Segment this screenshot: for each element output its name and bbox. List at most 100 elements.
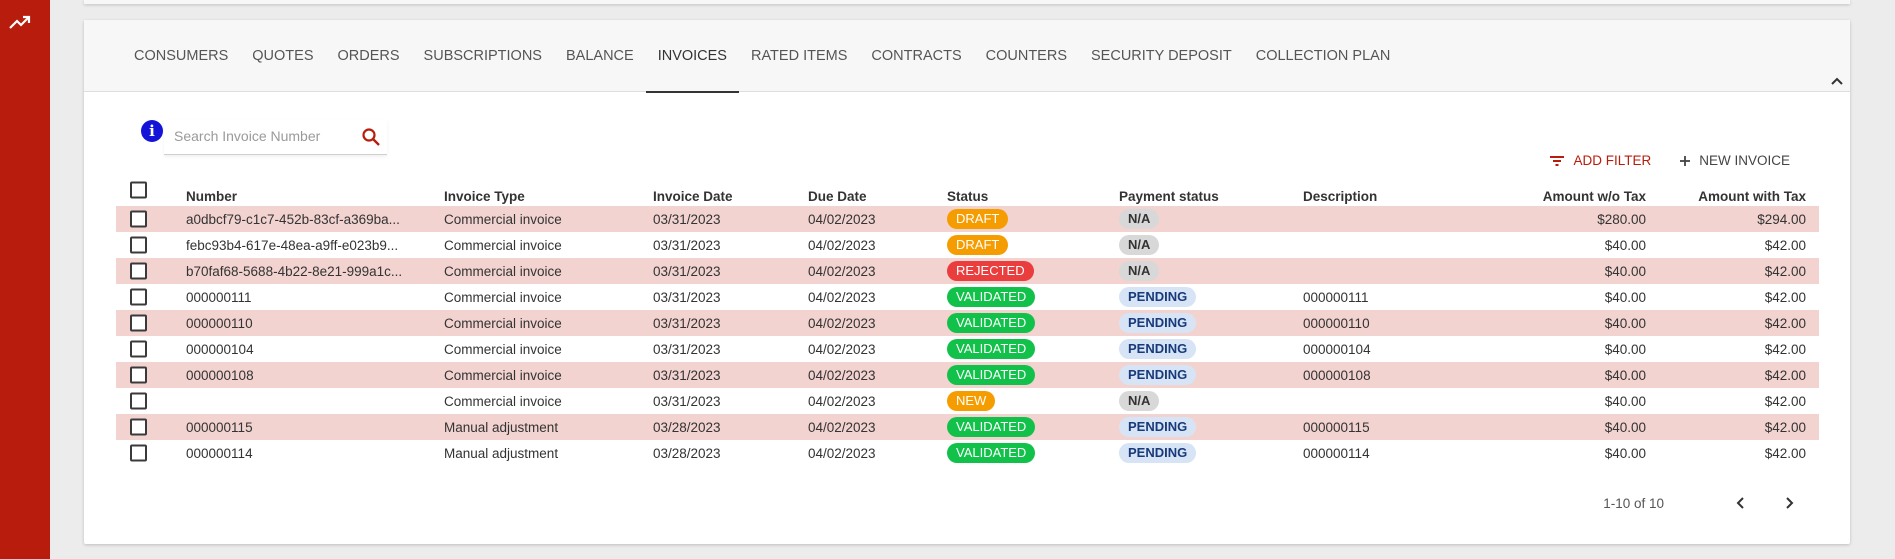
table-row[interactable]: 000000115 Manual adjustment 03/28/2023 04/0… [116, 414, 1819, 440]
tab-orders[interactable]: ORDERS [326, 20, 412, 92]
tab-collection-plan[interactable]: COLLECTION PLAN [1244, 20, 1403, 92]
tab-security-deposit[interactable]: SECURITY DEPOSIT [1079, 20, 1244, 92]
row-checkbox[interactable] [130, 210, 147, 228]
invoices-table: Number Invoice Type Invoice Date Due Dat… [116, 174, 1819, 466]
cell-description [1303, 206, 1453, 232]
cell-due-date: 04/02/2023 [808, 341, 876, 357]
row-checkbox[interactable] [130, 314, 147, 332]
tab-contracts[interactable]: CONTRACTS [859, 20, 973, 92]
cell-due-date: 04/02/2023 [808, 445, 876, 461]
status-badge: VALIDATED [947, 287, 1036, 307]
chevron-left-icon[interactable] [1732, 494, 1750, 512]
invoices-card: CONSUMERS QUOTES ORDERS SUBSCRIPTIONS BALANC… [84, 20, 1850, 544]
cell-payment-status: N/A [1119, 258, 1289, 284]
status-badge: VALIDATED [947, 443, 1036, 463]
column-header-payment-status[interactable]: Payment status [1119, 174, 1289, 206]
cell-invoice-number: 000000110 [186, 315, 253, 331]
new-invoice-button[interactable]: NEW INVOICE [1679, 153, 1790, 168]
cell-amount-wo-tax: $40.00 [1604, 315, 1646, 331]
tab-quotes[interactable]: QUOTES [240, 20, 325, 92]
tab-counters[interactable]: COUNTERS [974, 20, 1079, 92]
cell-status: VALIDATED [947, 414, 1107, 440]
search-box [164, 119, 387, 155]
table-row[interactable]: 000000110 Commercial invoice 03/31/2023 04/… [116, 310, 1819, 336]
cell-invoice-number: 000000114 [186, 445, 253, 461]
column-header-description[interactable]: Description [1303, 174, 1453, 206]
row-checkbox[interactable] [130, 262, 147, 280]
cell-payment-status: PENDING [1119, 336, 1289, 362]
cell-invoice-date: 03/31/2023 [653, 289, 721, 305]
cell-description: 000000104 [1303, 341, 1371, 357]
row-checkbox[interactable] [130, 418, 147, 436]
cell-due-date: 04/02/2023 [808, 237, 876, 253]
column-header-amount-with-tax[interactable]: Amount with Tax [1676, 174, 1806, 206]
row-checkbox[interactable] [130, 236, 147, 254]
cell-invoice-type: Manual adjustment [444, 419, 559, 435]
chevron-right-icon[interactable] [1780, 494, 1798, 512]
cell-invoice-date: 03/31/2023 [653, 263, 721, 279]
cell-status: VALIDATED [947, 440, 1107, 466]
table-row[interactable]: 000000108 Commercial invoice 03/31/2023 04/… [116, 362, 1819, 388]
cell-payment-status: PENDING [1119, 440, 1289, 466]
status-badge: REJECTED [947, 261, 1034, 281]
tab-subscriptions[interactable]: SUBSCRIPTIONS [412, 20, 554, 92]
cell-amount-with-tax: $42.00 [1764, 445, 1806, 461]
table-row[interactable]: 000000114 Manual adjustment 03/28/2023 04/0… [116, 440, 1819, 466]
column-header-status[interactable]: Status [947, 174, 1107, 206]
tab-consumers[interactable]: CONSUMERS [122, 20, 240, 92]
cell-invoice-date: 03/31/2023 [653, 237, 721, 253]
row-checkbox[interactable] [130, 444, 147, 462]
cell-payment-status: N/A [1119, 388, 1289, 414]
row-checkbox[interactable] [130, 366, 147, 384]
cell-description [1303, 388, 1453, 414]
cell-invoice-type: Commercial invoice [444, 237, 562, 253]
add-filter-button[interactable]: ADD FILTER [1549, 153, 1651, 168]
table-row[interactable]: 000000111 Commercial invoice 03/31/2023 04/… [116, 284, 1819, 310]
cell-status: VALIDATED [947, 284, 1107, 310]
trending-up-icon[interactable] [9, 14, 31, 30]
table-row[interactable]: 000000104 Commercial invoice 03/31/2023 04/… [116, 336, 1819, 362]
status-badge: VALIDATED [947, 339, 1036, 359]
table-row[interactable]: Commercial invoice 03/31/2023 04/02/2023 NE… [116, 388, 1819, 414]
column-header-due-date[interactable]: Due Date [808, 174, 928, 206]
cell-invoice-date: 03/31/2023 [653, 315, 721, 331]
column-header-invoice-type[interactable]: Invoice Type [444, 174, 644, 206]
info-icon[interactable]: i [141, 120, 163, 142]
payment-status-badge: N/A [1119, 391, 1160, 411]
row-checkbox[interactable] [130, 392, 147, 410]
tab-rated-items[interactable]: RATED ITEMS [739, 20, 859, 92]
tab-invoices[interactable]: INVOICES [645, 20, 740, 93]
sidebar [0, 0, 50, 559]
tab-balance[interactable]: BALANCE [554, 20, 646, 92]
new-invoice-label: NEW INVOICE [1699, 153, 1790, 168]
cell-description: 000000115 [1303, 419, 1370, 435]
table-header: Number Invoice Type Invoice Date Due Dat… [116, 174, 1819, 206]
cell-amount-with-tax: $42.00 [1764, 315, 1806, 331]
search-icon[interactable] [361, 127, 381, 147]
table-row[interactable]: b70faf68-5688-4b22-8e21-999a1c... Commerc… [116, 258, 1819, 284]
cell-invoice-date: 03/31/2023 [653, 341, 721, 357]
cell-amount-with-tax: $42.00 [1764, 341, 1806, 357]
payment-status-badge: PENDING [1119, 339, 1197, 359]
select-all-checkbox[interactable] [130, 181, 147, 199]
payment-status-badge: PENDING [1119, 287, 1197, 307]
search-input[interactable] [174, 123, 344, 149]
cell-amount-wo-tax: $40.00 [1604, 341, 1646, 357]
column-header-invoice-date[interactable]: Invoice Date [653, 174, 783, 206]
cell-payment-status: PENDING [1119, 310, 1289, 336]
cell-invoice-type: Commercial invoice [444, 289, 562, 305]
column-header-number[interactable]: Number [186, 174, 416, 206]
cell-invoice-type: Commercial invoice [444, 341, 562, 357]
cell-invoice-type: Commercial invoice [444, 315, 562, 331]
row-checkbox[interactable] [130, 340, 147, 358]
table-row[interactable]: febc93b4-617e-48ea-a9ff-e023b9... Commerc… [116, 232, 1819, 258]
table-row[interactable]: a0dbcf79-c1c7-452b-83cf-a369ba... Commerc… [116, 206, 1819, 232]
row-checkbox[interactable] [130, 288, 147, 306]
cell-invoice-type: Manual adjustment [444, 445, 559, 461]
table-actions: ADD FILTER NEW INVOICE [1549, 153, 1790, 168]
column-header-amount-wo-tax[interactable]: Amount w/o Tax [1496, 174, 1646, 206]
cell-description: 000000114 [1303, 445, 1370, 461]
cell-amount-wo-tax: $40.00 [1604, 419, 1646, 435]
chevron-up-icon[interactable] [1830, 76, 1844, 86]
cell-due-date: 04/02/2023 [808, 211, 876, 227]
